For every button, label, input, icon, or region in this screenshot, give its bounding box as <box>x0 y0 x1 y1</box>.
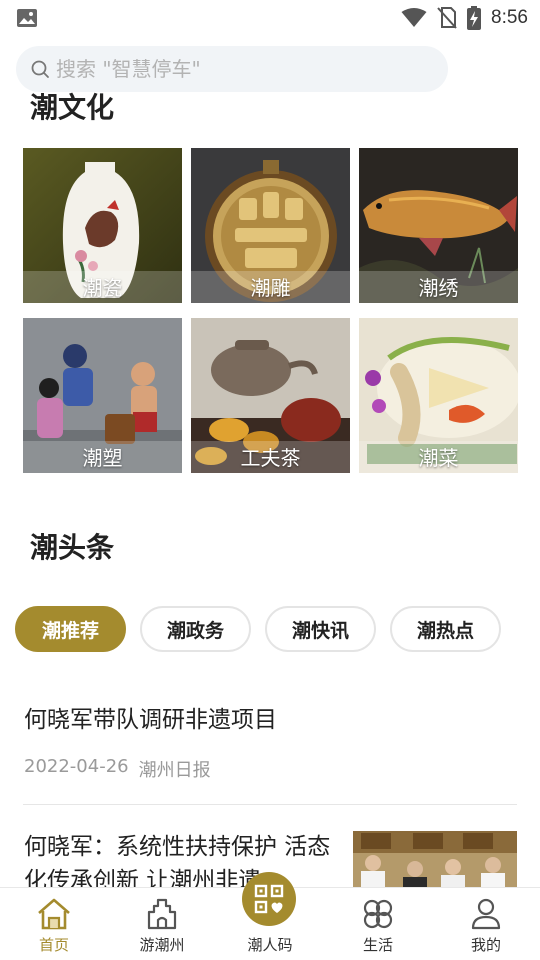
nav-explore[interactable]: 游潮州 <box>108 888 216 960</box>
nav-label: 我的 <box>470 936 501 954</box>
nav-label: 生活 <box>362 936 393 954</box>
tab-government[interactable]: 潮政务 <box>140 606 251 652</box>
search-bar[interactable] <box>16 46 448 92</box>
culture-tile-carving[interactable]: 潮雕 <box>191 148 350 303</box>
culture-tile-label: 潮菜 <box>418 446 459 470</box>
clover-icon <box>363 899 393 929</box>
culture-tile-label: 潮绣 <box>418 276 459 300</box>
culture-tile-label: 潮雕 <box>250 276 291 300</box>
user-icon <box>471 898 501 930</box>
wifi-icon <box>401 8 427 27</box>
culture-tile-clay[interactable]: 潮塑 <box>23 318 182 473</box>
news-item-date: 2022-04-26 <box>24 756 129 777</box>
nav-qr-code[interactable]: 潮人码 <box>216 872 324 960</box>
app-screen: 8:56 潮文化 <box>0 0 540 960</box>
news-item-meta: 2022-04-26 潮州日报 <box>24 756 211 782</box>
divider <box>23 804 517 805</box>
culture-tile-label: 工夫茶 <box>240 446 301 470</box>
culture-tile-label: 潮塑 <box>82 446 123 470</box>
news-item-source: 潮州日报 <box>138 760 211 781</box>
culture-tile-embroidery[interactable]: 潮绣 <box>359 148 518 303</box>
culture-tile-porcelain[interactable]: 潮瓷 <box>23 148 182 303</box>
nav-label: 游潮州 <box>139 936 185 954</box>
culture-section-title: 潮文化 <box>30 91 115 124</box>
nav-profile[interactable]: 我的 <box>432 888 540 960</box>
bottom-navigation: 首页 游潮州 潮人码 生活 我的 <box>0 872 540 960</box>
home-icon <box>38 898 70 930</box>
landmark-icon <box>147 898 177 930</box>
nav-life[interactable]: 生活 <box>324 888 432 960</box>
news-item-title[interactable]: 何晓军带队调研非遗项目 <box>24 700 277 734</box>
headline-tabs: 潮推荐 潮政务 潮快讯 潮热点 <box>15 606 501 652</box>
culture-tile-label: 潮瓷 <box>82 276 123 300</box>
gallery-notification-icon <box>17 9 37 27</box>
status-time: 8:56 <box>491 7 528 28</box>
no-sim-icon <box>437 7 457 29</box>
headlines-section-title: 潮头条 <box>30 531 115 564</box>
qr-code-icon <box>254 884 284 914</box>
battery-charging-icon <box>467 6 482 30</box>
nav-home[interactable]: 首页 <box>0 888 108 960</box>
culture-tile-cuisine[interactable]: 潮菜 <box>359 318 518 473</box>
tab-news-flash[interactable]: 潮快讯 <box>265 606 376 652</box>
nav-label: 首页 <box>38 936 69 954</box>
nav-label: 潮人码 <box>247 936 293 954</box>
tab-hot-topics[interactable]: 潮热点 <box>390 606 501 652</box>
culture-tile-tea[interactable]: 工夫茶 <box>191 318 350 473</box>
tab-recommended[interactable]: 潮推荐 <box>15 606 126 652</box>
qr-code-button-bg[interactable] <box>242 872 296 926</box>
status-bar: 8:56 <box>0 0 540 36</box>
search-input[interactable] <box>56 57 416 81</box>
search-icon <box>31 60 49 78</box>
